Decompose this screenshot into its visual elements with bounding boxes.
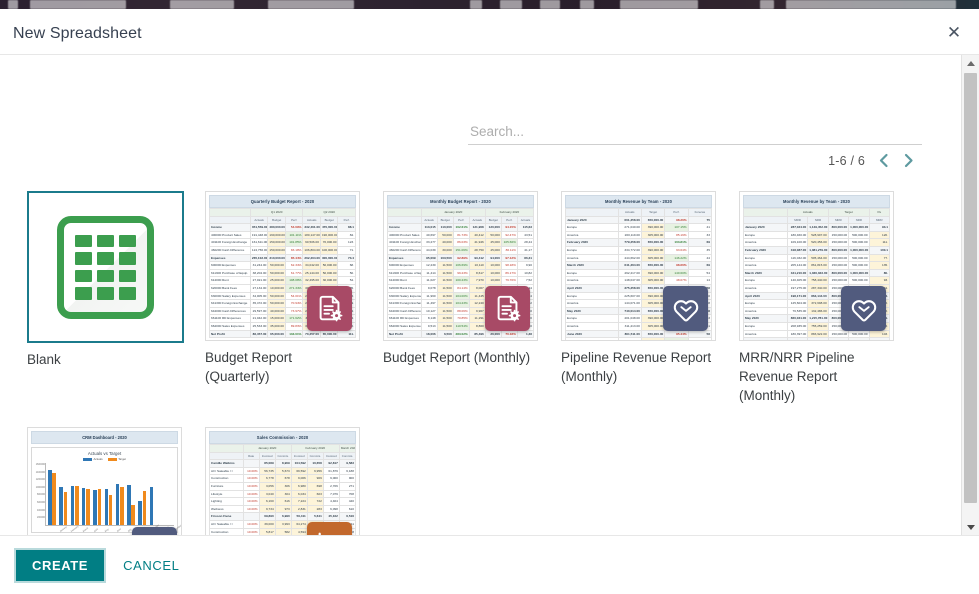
template-thumbnail[interactable]: CRM Dashboard - 2020 Actuals vs Target Act…: [27, 427, 182, 535]
thumbnail-sheet-title: Monthly Revenue by Team - 2020: [565, 195, 712, 208]
dialog-body: 1-6 / 6 Blank Quarterly Budget Report - 2…: [0, 55, 979, 535]
template-label[interactable]: MRR/NRR Pipeline Revenue Report (Monthly…: [739, 348, 891, 405]
search-container: [468, 123, 922, 145]
spreadsheet-template-dialog-screen: New Spreadsheet ✕ 1-6 / 6 BlankQu: [0, 0, 979, 594]
create-button[interactable]: CREATE: [14, 547, 107, 583]
cancel-button[interactable]: CANCEL: [113, 550, 189, 581]
background-navbar: [0, 0, 979, 9]
template-label[interactable]: Blank: [27, 350, 179, 369]
thumbnail-sheet-title: Sales Commission - 2020: [209, 431, 356, 444]
thumbnail-sheet-title: Monthly Budget Report - 2020: [387, 195, 534, 208]
template-card[interactable]: Blank: [27, 191, 190, 405]
dialog-footer: CREATE CANCEL: [0, 535, 979, 594]
pagination: 1-6 / 6: [828, 153, 915, 168]
handshake-icon: [663, 286, 708, 331]
template-grid: Blank Quarterly Budget Report - 2020 Q1 20…: [27, 191, 922, 535]
dialog-title: New Spreadsheet: [13, 25, 142, 42]
chart-up-icon: [307, 522, 352, 535]
scrollbar-thumb[interactable]: [964, 73, 977, 503]
spreadsheet-icon: [57, 215, 154, 319]
template-card[interactable]: Sales Commission - 2020 January 2020 Febru…: [205, 427, 368, 535]
pagination-count: 1-6 / 6: [828, 153, 865, 168]
chevron-left-icon[interactable]: [877, 153, 890, 168]
template-card[interactable]: Monthly Revenue by Team - 2020 Actuals Tar…: [561, 191, 724, 405]
dialog-header: New Spreadsheet ✕: [0, 9, 979, 55]
vertical-scrollbar[interactable]: [961, 55, 979, 535]
scroll-down-arrow-icon[interactable]: [962, 519, 979, 535]
template-card[interactable]: CRM Dashboard - 2020 Actuals vs Target Act…: [27, 427, 190, 535]
template-thumbnail[interactable]: Monthly Revenue by Team - 2020 Actuals Tar…: [739, 191, 894, 341]
scroll-up-arrow-icon[interactable]: [962, 55, 979, 71]
template-label[interactable]: Pipeline Revenue Report (Monthly): [561, 348, 713, 386]
dashboard-title: CRM Dashboard - 2020: [31, 431, 178, 444]
template-thumbnail[interactable]: [27, 191, 184, 343]
handshake-icon: [841, 286, 886, 331]
template-label[interactable]: Budget Report (Quarterly): [205, 348, 357, 386]
document-settings-icon: [307, 286, 352, 331]
close-icon[interactable]: ✕: [941, 21, 967, 45]
template-thumbnail[interactable]: Monthly Revenue by Team - 2020 Actuals Tar…: [561, 191, 716, 341]
new-spreadsheet-dialog: New Spreadsheet ✕ 1-6 / 6 BlankQu: [0, 9, 979, 594]
chart-actuals-vs-target: Actuals vs Target Actuals Target 1600000 140…: [31, 447, 181, 533]
document-settings-icon: [485, 286, 530, 331]
template-thumbnail[interactable]: Monthly Budget Report - 2020 January 2020…: [383, 191, 538, 341]
template-card[interactable]: Monthly Revenue by Team - 2020 Actuals Tar…: [739, 191, 902, 405]
thumbnail-sheet-title: Quarterly Budget Report - 2020: [209, 195, 356, 208]
thumbnail-dashboard: CRM Dashboard - 2020 Actuals vs Target Act…: [28, 428, 181, 535]
thumbnail-spreadsheet: Sales Commission - 2020 January 2020 Febru…: [206, 428, 359, 535]
template-card[interactable]: Quarterly Budget Report - 2020 Q1 2020 Q2 …: [205, 191, 368, 405]
template-thumbnail[interactable]: Sales Commission - 2020 January 2020 Febru…: [205, 427, 360, 535]
template-label[interactable]: Budget Report (Monthly): [383, 348, 535, 367]
template-thumbnail[interactable]: Quarterly Budget Report - 2020 Q1 2020 Q2 …: [205, 191, 360, 341]
template-card[interactable]: Monthly Budget Report - 2020 January 2020…: [383, 191, 546, 405]
chevron-right-icon[interactable]: [902, 153, 915, 168]
thumbnail-sheet-title: Monthly Revenue by Team - 2020: [743, 195, 890, 208]
search-input[interactable]: [468, 124, 922, 145]
handshake-icon: [132, 527, 177, 535]
